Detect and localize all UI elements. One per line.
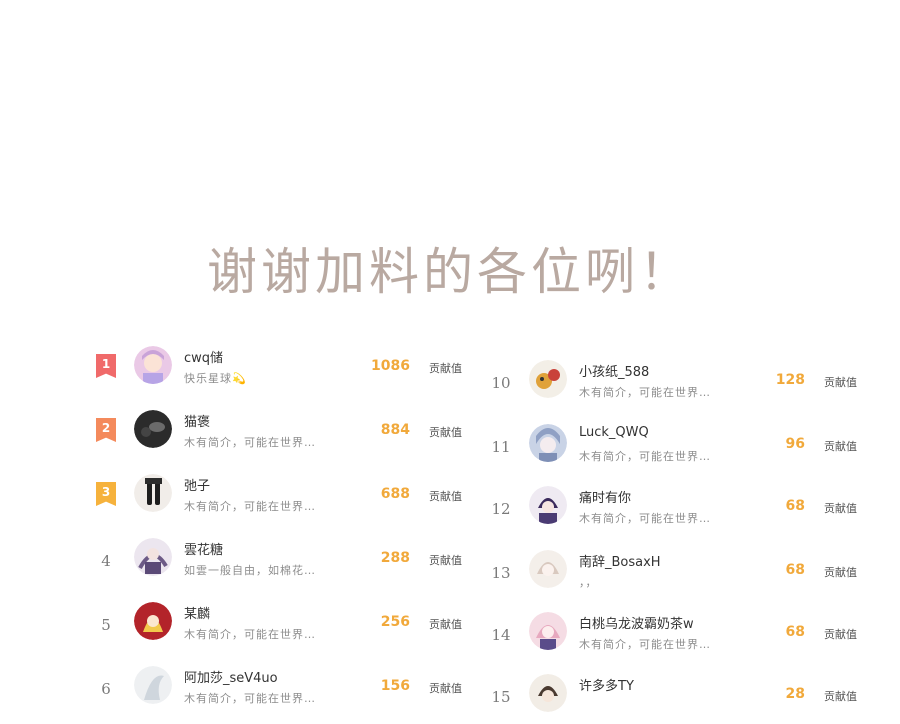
contribution-score: 68 (785, 562, 805, 578)
user-name[interactable]: Luck_QWQ (579, 425, 649, 440)
contribution-score: 288 (380, 550, 410, 566)
user-bio: 木有简介，可能在世界… (184, 436, 316, 449)
contribution-unit: 贡献值 (824, 566, 857, 579)
rank-number: 14 (491, 626, 511, 644)
page-title: 谢谢加料的各位咧！ (207, 243, 693, 301)
user-name[interactable]: 阿加莎_seV4uo (184, 667, 278, 686)
rank-badge: 3 (96, 482, 116, 506)
rank-number: 5 (101, 616, 111, 634)
contribution-score: 688 (380, 486, 410, 502)
rank-badge: 2 (96, 418, 116, 442)
contribution-score: 96 (785, 436, 805, 452)
list-item[interactable]: 10 小孩纸_588 木有简介，可能在世界… 128 贡献值 (487, 354, 857, 410)
list-item[interactable]: 14 白桃乌龙波霸奶茶w 木有简介，可能在世界… 68 贡献值 (487, 606, 857, 662)
user-name[interactable]: 猫褒 (184, 411, 210, 430)
contribution-unit: 贡献值 (429, 490, 462, 503)
user-bio: 木有简介，可能在世界… (579, 638, 711, 651)
avatar[interactable] (529, 612, 567, 650)
user-name[interactable]: 南辞_BosaxH (579, 551, 661, 570)
avatar[interactable] (529, 674, 567, 712)
list-item[interactable]: 6 阿加莎_seV4uo 木有简介，可能在世界… 156 贡献值 (92, 660, 462, 716)
contribution-unit: 贡献值 (429, 618, 462, 631)
user-name[interactable]: cwq储 (184, 347, 223, 366)
avatar[interactable] (529, 360, 567, 398)
user-name[interactable]: 小孩纸_588 (579, 361, 649, 380)
rank-number: 6 (101, 680, 111, 698)
user-bio: 木有简介，可能在世界… (579, 450, 711, 463)
rank-number: 15 (491, 688, 511, 706)
contribution-unit: 贡献值 (824, 628, 857, 641)
user-bio: 快乐星球💫 (184, 372, 247, 385)
user-name[interactable]: 弛子 (184, 475, 210, 494)
user-name[interactable]: 雲花糖 (184, 539, 223, 558)
contribution-unit: 贡献值 (429, 682, 462, 695)
list-item[interactable]: 2 猫褒 木有简介，可能在世界… 884 贡献值 (92, 404, 462, 460)
user-bio: 木有简介，可能在世界… (184, 500, 316, 513)
contribution-score: 68 (785, 624, 805, 640)
avatar[interactable] (134, 346, 172, 384)
contribution-unit: 贡献值 (429, 426, 462, 439)
avatar[interactable] (134, 538, 172, 576)
contribution-score: 68 (785, 498, 805, 514)
avatar[interactable] (134, 666, 172, 704)
avatar[interactable] (134, 602, 172, 640)
user-bio: 木有简介，可能在世界… (184, 628, 316, 641)
avatar[interactable] (529, 550, 567, 588)
user-bio: 如雲一般自由，如棉花… (184, 564, 316, 577)
rank-number: 4 (101, 552, 111, 570)
contribution-unit: 贡献值 (824, 376, 857, 389)
contribution-score: 128 (775, 372, 805, 388)
avatar[interactable] (134, 474, 172, 512)
contribution-score: 156 (380, 678, 410, 694)
list-item[interactable]: 4 雲花糖 如雲一般自由，如棉花… 288 贡献值 (92, 532, 462, 588)
contribution-unit: 贡献值 (429, 554, 462, 567)
user-name[interactable]: 痛时有你 (579, 487, 631, 506)
contribution-unit: 贡献值 (429, 362, 462, 375)
avatar[interactable] (134, 410, 172, 448)
rank-number: 12 (491, 500, 511, 518)
avatar[interactable] (529, 486, 567, 524)
user-bio: 木有简介，可能在世界… (579, 386, 711, 399)
list-item[interactable]: 12 痛时有你 木有简介，可能在世界… 68 贡献值 (487, 480, 857, 536)
contribution-score: 1086 (371, 358, 410, 374)
user-name[interactable]: 白桃乌龙波霸奶茶w (579, 613, 694, 632)
contribution-score: 28 (785, 686, 805, 702)
list-item[interactable]: 13 南辞_BosaxH ，， 68 贡献值 (487, 544, 857, 600)
rank-number: 11 (491, 438, 511, 456)
rank-badge: 1 (96, 354, 116, 378)
list-item[interactable]: 15 许多多TY 28 贡献值 (487, 668, 857, 724)
rank-number: 10 (491, 374, 511, 392)
user-bio: 木有简介，可能在世界… (184, 692, 316, 705)
rank-number: 13 (491, 564, 511, 582)
contribution-unit: 贡献值 (824, 690, 857, 703)
contribution-unit: 贡献值 (824, 440, 857, 453)
list-item[interactable]: 1 cwq储 快乐星球💫 1086 贡献值 (92, 340, 462, 396)
list-item[interactable]: 3 弛子 木有简介，可能在世界… 688 贡献值 (92, 468, 462, 524)
user-name[interactable]: 许多多TY (579, 675, 634, 694)
user-bio: ，， (579, 576, 598, 589)
user-bio: 木有简介，可能在世界… (579, 512, 711, 525)
contribution-score: 884 (380, 422, 410, 438)
list-item[interactable]: 5 某麟 木有简介，可能在世界… 256 贡献值 (92, 596, 462, 652)
user-name[interactable]: 某麟 (184, 603, 210, 622)
contribution-unit: 贡献值 (824, 502, 857, 515)
avatar[interactable] (529, 424, 567, 462)
list-item[interactable]: 11 Luck_QWQ 木有简介，可能在世界… 96 贡献值 (487, 418, 857, 474)
contribution-score: 256 (380, 614, 410, 630)
